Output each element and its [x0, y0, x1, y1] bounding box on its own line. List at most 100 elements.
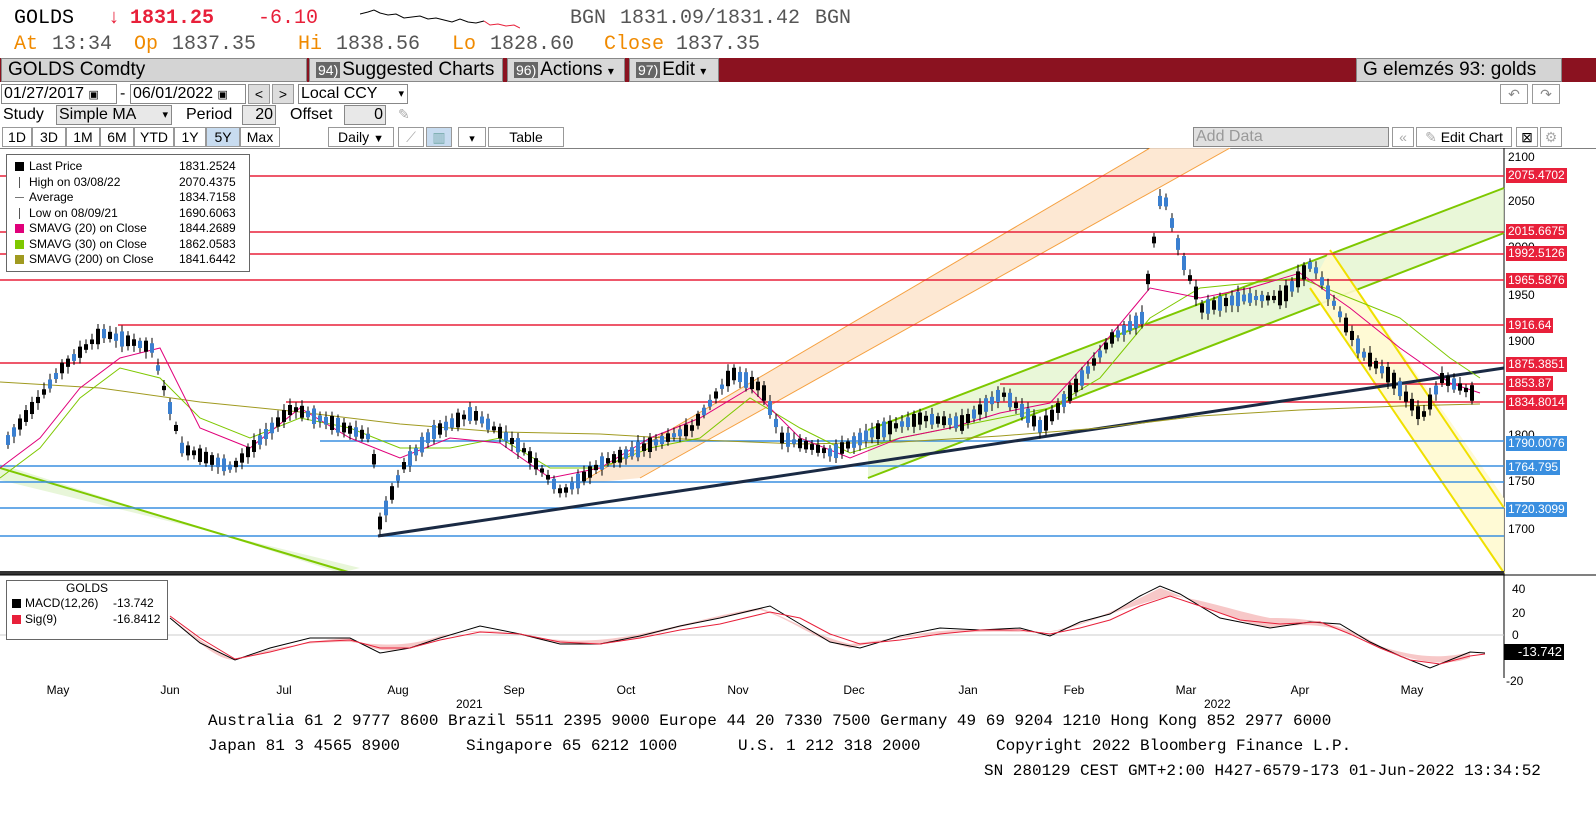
month-label: Feb — [1063, 683, 1085, 697]
last-price: 1831.25 — [130, 7, 215, 30]
edit-chart-button[interactable]: ✎ Edit Chart — [1416, 127, 1512, 147]
collapse-icon[interactable]: « — [1392, 127, 1414, 147]
low-label: Lo — [452, 33, 477, 56]
high-value: 1838.56 — [336, 33, 421, 56]
price-tag: 1853.87 — [1506, 376, 1554, 391]
legend-swatch — [15, 224, 24, 233]
gear-icon[interactable]: ⚙ — [1540, 127, 1562, 147]
range-button-max[interactable]: Max — [240, 127, 280, 147]
footer-us: U.S. 1 212 318 2000 — [738, 737, 921, 755]
legend-row: SMAVG (200) on Close 1841.6442 — [7, 252, 249, 268]
ticker: GOLDS — [14, 7, 75, 30]
month-label: Jan — [958, 683, 978, 697]
month-label: Jul — [276, 683, 292, 697]
legend-name: Low on 08/09/21 — [29, 205, 118, 220]
period-label: Period — [186, 106, 233, 123]
month-label: Mar — [1175, 683, 1197, 697]
range-button-5y[interactable]: 5Y — [206, 127, 240, 147]
price-tag: 1916.64 — [1506, 318, 1554, 333]
pencil-icon[interactable]: ✎ — [398, 106, 410, 123]
date-dash: - — [120, 85, 126, 102]
green-channel-left — [0, 464, 360, 573]
frequency-select[interactable]: Daily ▼ — [328, 127, 394, 147]
month-label: Jun — [160, 683, 180, 697]
open-value: 1837.35 — [172, 33, 257, 56]
legend-name: SMAVG (30) on Close — [29, 236, 147, 251]
close-value: 1837.35 — [676, 33, 761, 56]
macd-label: MACD(12,26) — [25, 596, 99, 610]
line-chart-icon[interactable]: ⟋ — [398, 127, 424, 147]
sig-label: Sig(9) — [25, 611, 58, 626]
macd-value-tag: -13.742 — [1504, 644, 1564, 660]
legend-value: 1841.6442 — [179, 252, 236, 266]
legend-name: High on 03/08/22 — [29, 174, 121, 189]
month-label: Aug — [387, 683, 409, 697]
macd-title: GOLDS — [65, 581, 108, 595]
security-label: GOLDS Comdty — [8, 59, 146, 80]
prev-period-button[interactable]: < — [248, 84, 270, 104]
low-value: 1828.60 — [490, 33, 575, 56]
month-label: Dec — [843, 683, 865, 697]
legend-row: Low on 08/09/21 1690.6063 — [7, 206, 249, 222]
range-button-ytd[interactable]: YTD — [134, 127, 174, 147]
month-label: May — [1400, 683, 1424, 697]
security-field[interactable]: GOLDS Comdty — [1, 58, 307, 82]
range-button-1y[interactable]: 1Y — [174, 127, 206, 147]
footer-line3: SN 280129 CEST GMT+2:00 H427-6579-173 01… — [984, 762, 1541, 780]
legend-swatch — [15, 239, 24, 249]
range-button-1m[interactable]: 1M — [66, 127, 100, 147]
end-date-field[interactable]: 06/01/2022 ▣ — [130, 84, 246, 104]
month-label: May — [46, 683, 70, 697]
legend-name: SMAVG (200) on Close — [29, 252, 154, 266]
edit-label: Edit — [662, 59, 695, 80]
legend-row: Last Price 1831.2524 — [7, 159, 249, 175]
end-date: 06/01/2022 — [133, 85, 214, 102]
currency-value: Local CCY — [301, 85, 378, 102]
legend-name: Last Price — [29, 159, 83, 173]
add-data-input[interactable]: Add Data — [1193, 127, 1389, 147]
next-period-button[interactable]: > — [272, 84, 294, 104]
y-tick: 2100 — [1508, 150, 1535, 164]
redo-icon[interactable]: ↷ — [1532, 84, 1560, 104]
period-field[interactable]: 20 — [242, 105, 276, 125]
trendline — [377, 366, 1505, 538]
start-date-field[interactable]: 01/27/2017 ▣ — [1, 84, 117, 104]
actions-button[interactable]: 96) Actions ▾ — [507, 58, 625, 82]
price-tag: 2075.4702 — [1506, 168, 1567, 183]
chevron-down-icon: ▾ — [469, 133, 475, 145]
edit-button[interactable]: 97) Edit ▾ — [629, 58, 719, 82]
legend-value: 1844.2689 — [179, 221, 236, 235]
y-tick: 1900 — [1508, 334, 1535, 348]
high-label: Hi — [298, 33, 323, 56]
frequency-value: Daily — [338, 129, 370, 145]
undo-icon[interactable]: ↶ — [1500, 84, 1528, 104]
footer-copyright: Copyright 2022 Bloomberg Finance L.P. — [996, 737, 1352, 755]
at-time: 13:34 — [52, 33, 113, 56]
range-button-1d[interactable]: 1D — [2, 127, 32, 147]
y-tick: 2050 — [1508, 194, 1535, 208]
start-date: 01/27/2017 — [4, 85, 85, 102]
offset-field[interactable]: 0 — [344, 105, 386, 125]
suggested-charts-button[interactable]: 94) Suggested Charts — [309, 58, 503, 82]
chart-title-field[interactable]: G elemzés 93: golds — [1356, 58, 1562, 82]
macd-value: -13.742 — [113, 596, 154, 610]
legend-row: High on 03/08/22 2070.4375 — [7, 175, 249, 191]
range-button-6m[interactable]: 6M — [100, 127, 134, 147]
range-button-3d[interactable]: 3D — [32, 127, 66, 147]
table-button[interactable]: Table — [488, 127, 564, 147]
bar-chart-icon[interactable]: ▥ — [426, 127, 452, 147]
chevron-down-icon: ▾ — [607, 64, 614, 78]
legend-value: 1834.7158 — [179, 190, 236, 204]
chart-settings-icon[interactable]: ⊠ — [1516, 127, 1538, 147]
suggested-num: 94) — [316, 62, 341, 78]
month-label: Nov — [727, 683, 749, 697]
bgn-label-2: BGN — [815, 7, 852, 30]
study-select[interactable]: Simple MA ▾ — [56, 105, 172, 125]
legend-value: 2070.4375 — [179, 174, 236, 189]
legend-name: SMAVG (20) on Close — [29, 221, 147, 235]
chart-type-dropdown[interactable]: ▾ — [458, 127, 486, 147]
legend-value: 1831.2524 — [179, 159, 236, 173]
footer-line1: Australia 61 2 9777 8600 Brazil 5511 239… — [208, 712, 1332, 730]
currency-select[interactable]: Local CCY ▾ — [298, 84, 408, 104]
bgn-label: BGN — [570, 7, 607, 30]
